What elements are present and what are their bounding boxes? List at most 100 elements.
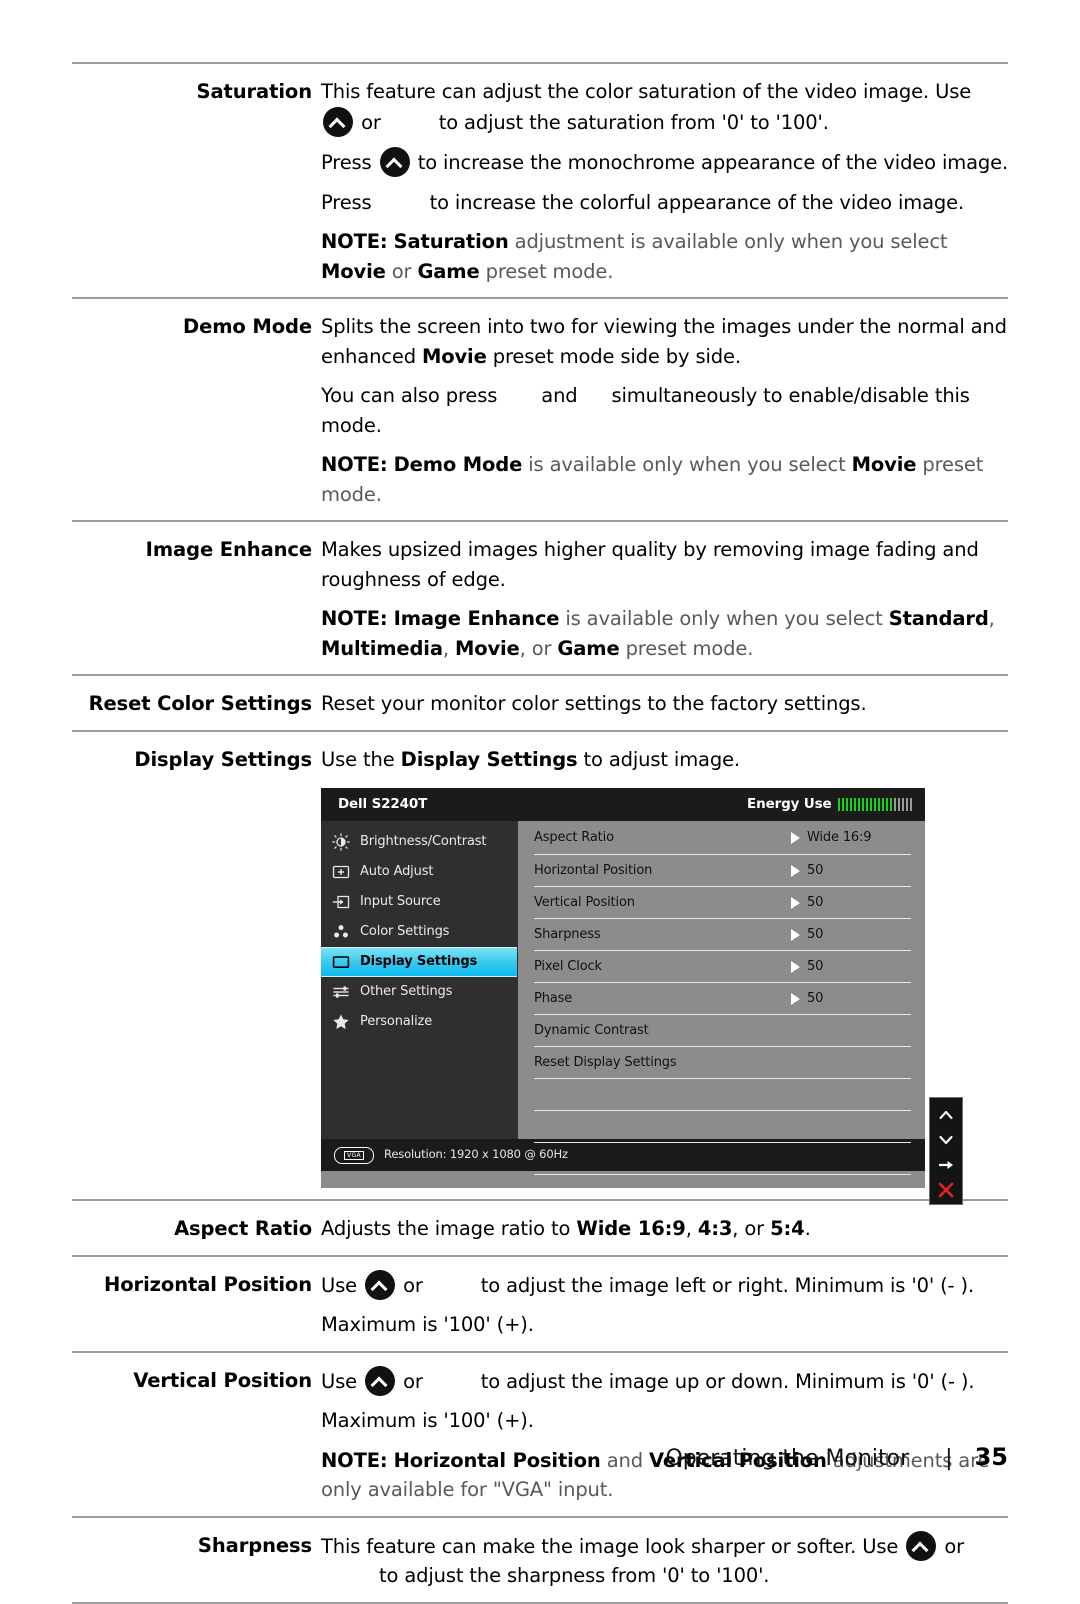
row-body: Adjusts the image ratio to Wide 16:9, 4:… [321,1201,1008,1255]
osd-option-value: Wide 16:9 [791,823,911,853]
page-footer: Operating the Monitor | 35 [0,1443,1080,1471]
osd-menu-label: Display Settings [360,954,478,970]
osd-menu-sidebar: Brightness/Contrast Auto Adjust Input So… [321,821,518,1139]
row-body: Reset your monitor color settings to the… [321,676,1008,730]
triangle-right-icon [791,896,800,909]
row-body: Use the Display Settings to adjust image… [321,732,1008,1205]
paragraph: Maximum is '100' (+). [321,1313,534,1336]
paragraph: This feature can adjust the color satura… [321,77,1008,137]
osd-option-label: Pixel Clock [534,958,602,974]
table-row-horizontal-position: Horizontal Position Use or to adjust the … [72,1254,1008,1351]
chevron-up-button-icon [365,1365,396,1396]
paragraph: This feature can make the image look sha… [321,1530,1008,1591]
manual-page: Saturation This feature can adjust the c… [0,0,1080,1604]
osd-option-empty [534,1111,911,1143]
osd-options-panel: Aspect Ratio Wide 16:9 Horizontal Positi… [518,821,925,1175]
osd-window: Dell S2240T Energy Use Brightness/Contra… [321,788,925,1188]
auto-adjust-icon [332,863,350,881]
chevron-up-button-icon [365,1269,396,1300]
table-row-sharpness: Sharpness This feature can make the imag… [72,1515,1008,1602]
osd-menu-item-other-settings[interactable]: Other Settings [321,977,518,1007]
osd-menu-item-personalize[interactable]: Personalize [321,1007,518,1037]
osd-option-empty [534,1143,911,1175]
paragraph: Press to increase the colorful appearance… [321,190,965,214]
table-row-image-enhance: Image Enhance Makes upsized images highe… [72,520,1008,674]
note: NOTE: Image Enhance is available only wh… [321,607,995,660]
brightness-icon [332,833,350,851]
osd-option-value: 50 [791,920,911,950]
table-row-saturation: Saturation This feature can adjust the c… [72,62,1008,297]
osd-option-label: Horizontal Position [534,862,653,878]
osd-option-label: Dynamic Contrast [534,1022,649,1038]
row-body: Splits the screen into two for viewing t… [321,299,1008,520]
triangle-right-icon [791,960,800,973]
row-body: This feature can make the image look sha… [321,1518,1008,1602]
vga-connector-icon: VGA [334,1146,374,1164]
osd-option-label: Phase [534,990,573,1006]
paragraph: Makes upsized images higher quality by r… [321,538,979,591]
note: NOTE: Demo Mode is available only when y… [321,453,984,506]
chevron-down-icon[interactable] [936,1129,956,1149]
table-row-reset-color-settings: Reset Color Settings Reset your monitor … [72,674,1008,730]
row-body: Use or to adjust the image left or right.… [321,1257,1008,1351]
osd-option-reset-display-settings[interactable]: Reset Display Settings [534,1047,911,1079]
star-icon [332,1013,350,1031]
osd-option-vertical-position[interactable]: Vertical Position 50 [534,887,911,919]
row-label: Sharpness [197,1533,312,1557]
osd-option-value: 50 [791,856,911,886]
triangle-right-icon [791,992,800,1005]
row-label: Image Enhance [145,538,312,561]
chevron-up-button-icon [906,1530,937,1561]
display-settings-icon [332,953,350,971]
input-source-icon [332,893,350,911]
chevron-up-button-icon [323,106,353,137]
row-label: Demo Mode [182,315,312,338]
color-settings-icon [332,923,350,941]
osd-menu-label: Personalize [360,1014,433,1030]
osd-menu-item-color-settings[interactable]: Color Settings [321,917,518,947]
paragraph: Use the Display Settings to adjust image… [321,747,740,771]
osd-option-pixel-clock[interactable]: Pixel Clock 50 [534,951,911,983]
row-body: This feature can adjust the color satura… [321,64,1008,297]
page-number: 35 [974,1443,1008,1471]
osd-titlebar: Dell S2240T Energy Use [321,788,925,821]
energy-use-label: Energy Use [747,795,832,812]
osd-menu-item-display-settings[interactable]: Display Settings [321,947,517,977]
osd-option-value: 50 [791,888,911,918]
paragraph: Maximum is '100' (+). [321,1409,534,1432]
chevron-up-button-icon [379,147,410,177]
osd-option-horizontal-position[interactable]: Horizontal Position 50 [534,855,911,887]
chevron-up-icon[interactable] [936,1104,956,1124]
paragraph: You can also press and simultaneously to e… [321,384,970,437]
osd-menu-item-input-source[interactable]: Input Source [321,887,518,917]
close-x-icon[interactable] [936,1179,956,1199]
triangle-right-icon [791,928,800,941]
osd-menu-label: Brightness/Contrast [360,834,487,850]
osd-menu-item-brightness-contrast[interactable]: Brightness/Contrast [321,827,518,857]
osd-option-sharpness[interactable]: Sharpness 50 [534,919,911,951]
arrow-right-icon[interactable] [936,1154,956,1174]
footer-section-title: Operating the Monitor [665,1446,910,1471]
table-row-display-settings: Display Settings Use the Display Setting… [72,729,1008,1205]
osd-option-aspect-ratio[interactable]: Aspect Ratio Wide 16:9 [534,821,911,855]
triangle-right-icon [791,831,800,844]
osd-menu-item-auto-adjust[interactable]: Auto Adjust [321,857,518,887]
other-settings-icon [332,983,350,1001]
settings-description-table: Saturation This feature can adjust the c… [72,62,1008,1604]
row-body: Makes upsized images higher quality by r… [321,522,1008,674]
osd-nav-buttons [929,1097,963,1205]
paragraph: Adjusts the image ratio to Wide 16:9, 4:… [321,1217,811,1240]
osd-option-phase[interactable]: Phase 50 [534,983,911,1015]
osd-option-label: Aspect Ratio [534,829,614,845]
note: NOTE: Saturation adjustment is available… [321,230,948,283]
osd-menu-label: Color Settings [360,924,450,940]
osd-screenshot: Dell S2240T Energy Use Brightness/Contra… [321,788,963,1205]
osd-menu-label: Other Settings [360,984,453,1000]
row-label: Aspect Ratio [174,1217,312,1240]
row-label: Saturation [196,80,313,103]
osd-resolution-text: Resolution: 1920 x 1080 @ 60Hz [384,1147,568,1162]
table-bottom-rule [72,1601,1008,1604]
osd-option-dynamic-contrast[interactable]: Dynamic Contrast [534,1015,911,1047]
paragraph: Use or to adjust the image up or down. Mi… [321,1365,1008,1397]
osd-menu-label: Auto Adjust [360,864,434,880]
